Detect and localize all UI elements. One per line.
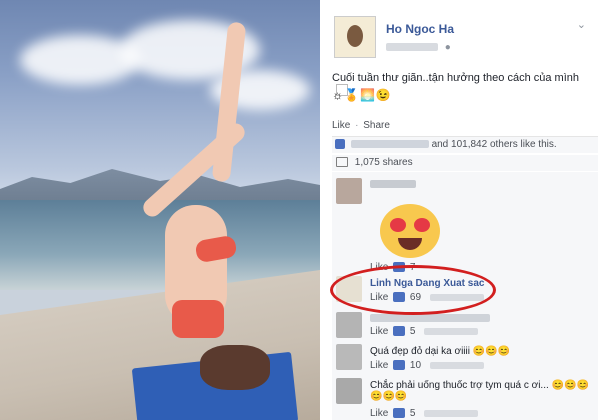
sticker-love-eyes-icon <box>380 204 440 258</box>
comment-like-count: 5 <box>409 326 416 337</box>
shares-summary[interactable]: 1,075 shares <box>332 154 598 171</box>
comment-like-button[interactable]: Like <box>370 326 388 337</box>
mouth <box>398 238 422 250</box>
commenter-avatar[interactable] <box>336 344 362 370</box>
comment-text: Quá đẹp đỏ dại ka ơiiii 😊😊😊 <box>370 346 511 357</box>
name-blur <box>370 314 490 322</box>
comment-like-count: 5 <box>409 408 416 419</box>
share-icon <box>336 157 348 168</box>
timestamp-blur <box>386 43 438 52</box>
comment-meta: Like 10 <box>370 360 484 371</box>
comment-like-button[interactable]: Like <box>370 408 388 419</box>
timestamp-blur <box>424 409 479 417</box>
comment-item: Like 5 <box>332 312 598 340</box>
chevron-down-icon[interactable]: ⌄ <box>577 18 586 31</box>
comment-item: Chắc phải uống thuốc trợ tym quá c ơi...… <box>332 378 598 419</box>
shares-text: 1,075 shares <box>354 157 413 168</box>
timestamp-blur <box>424 327 479 335</box>
thumbs-up-icon <box>335 139 345 150</box>
separator: · <box>355 120 359 131</box>
name-blur <box>370 180 416 188</box>
liker-names-blur <box>350 140 429 149</box>
likes-summary[interactable]: and 101,842 others like this. <box>332 136 598 153</box>
sea <box>0 200 320 290</box>
post-header: Ho Ngoc Ha ● ⌄ <box>330 10 590 66</box>
commenter-avatar[interactable] <box>336 312 362 338</box>
commenter-avatar[interactable] <box>336 178 362 204</box>
globe-icon: ● <box>444 42 451 53</box>
comment-like-count: 10 <box>409 360 422 371</box>
thumbs-up-icon <box>393 326 406 337</box>
post-meta: ● <box>386 42 451 53</box>
thumbs-up-icon <box>393 408 406 419</box>
likes-text: and 101,842 others like this. <box>431 139 557 150</box>
commenter-name[interactable] <box>370 314 490 325</box>
heart-eye <box>390 218 406 232</box>
facebook-post-panel: Ho Ngoc Ha ● ⌄ Cuối tuần thư giãn..tận h… <box>320 0 600 420</box>
hair <box>200 345 270 390</box>
bikini-top <box>172 300 224 338</box>
like-button[interactable]: Like <box>332 120 350 131</box>
share-button[interactable]: Share <box>363 120 390 131</box>
post-actions: Like · Share <box>332 120 390 131</box>
comment-meta: Like 5 <box>370 326 479 337</box>
commenter-avatar[interactable] <box>336 378 362 404</box>
comment-item: Quá đẹp đỏ dại ka ơiiii 😊😊😊 Like 10 <box>332 344 598 372</box>
highlight-circle <box>330 265 496 315</box>
post-text-content: Cuối tuần thư giãn..tận hưởng theo cách … <box>332 72 579 84</box>
page-name[interactable]: Ho Ngoc Ha <box>386 22 454 36</box>
heart-eye <box>414 218 430 232</box>
page-avatar[interactable] <box>334 16 376 58</box>
post-photo[interactable] <box>0 0 320 420</box>
comment-text: Chắc phải uống thuốc trợ tym quá c ơi...… <box>370 380 589 402</box>
comment-like-button[interactable]: Like <box>370 360 388 371</box>
post-emojis: ☼🏅🌅😉 <box>332 88 392 102</box>
avatar-face <box>347 25 363 47</box>
commenter-name[interactable] <box>370 180 416 191</box>
comment-meta: Like 5 <box>370 408 479 419</box>
thumbs-up-icon <box>393 360 406 371</box>
comment-item: Like 7 <box>332 176 598 273</box>
timestamp-blur <box>429 361 484 369</box>
